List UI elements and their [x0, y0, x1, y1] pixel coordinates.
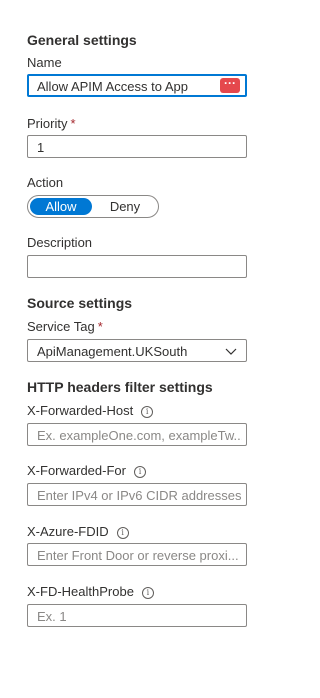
health-probe-placeholder: Ex. 1	[37, 609, 67, 624]
required-marker: *	[97, 319, 103, 334]
forwarded-host-field[interactable]: Ex. exampleOne.com, exampleTw...	[27, 423, 247, 446]
chevron-down-icon	[225, 348, 237, 355]
info-icon[interactable]: i	[116, 527, 129, 539]
name-field[interactable]: Allow APIM Access to App ···	[27, 74, 247, 97]
action-deny-option[interactable]: Deny	[100, 198, 150, 215]
name-value: Allow APIM Access to App	[37, 79, 189, 94]
priority-field[interactable]: 1	[27, 135, 247, 158]
azure-fdid-label: X-Azure-FDID i	[27, 524, 129, 539]
forwarded-host-placeholder: Ex. exampleOne.com, exampleTw...	[37, 428, 242, 443]
general-settings-title: General settings	[27, 32, 137, 48]
action-allow-option[interactable]: Allow	[30, 198, 92, 215]
description-field[interactable]	[27, 255, 247, 278]
service-tag-dropdown[interactable]: ApiManagement.UKSouth	[27, 339, 247, 362]
required-marker: *	[70, 116, 76, 131]
action-toggle[interactable]: Allow Deny	[27, 195, 159, 218]
source-settings-title: Source settings	[27, 295, 133, 311]
http-filter-settings-title: HTTP headers filter settings	[27, 379, 213, 395]
action-label: Action	[27, 175, 64, 190]
more-options-icon[interactable]: ···	[220, 77, 240, 93]
azure-fdid-placeholder: Enter Front Door or reverse proxi...	[37, 548, 239, 563]
info-icon[interactable]: i	[133, 466, 146, 478]
priority-value: 1	[37, 140, 45, 155]
forwarded-for-placeholder: Enter IPv4 or IPv6 CIDR addresses.	[37, 488, 242, 503]
azure-fdid-field[interactable]: Enter Front Door or reverse proxi...	[27, 543, 247, 566]
forwarded-for-field[interactable]: Enter IPv4 or IPv6 CIDR addresses.	[27, 483, 247, 506]
info-icon[interactable]: i	[141, 406, 154, 418]
name-label: Name	[27, 55, 62, 70]
health-probe-label: X-FD-HealthProbe i	[27, 584, 154, 599]
info-icon[interactable]: i	[141, 587, 154, 599]
health-probe-field[interactable]: Ex. 1	[27, 604, 247, 627]
forwarded-host-label: X-Forwarded-Host i	[27, 403, 154, 418]
priority-label: Priority *	[27, 116, 76, 131]
description-label: Description	[27, 235, 93, 250]
forwarded-for-label: X-Forwarded-For i	[27, 463, 146, 478]
service-tag-label: Service Tag *	[27, 319, 103, 334]
service-tag-value: ApiManagement.UKSouth	[37, 344, 188, 359]
